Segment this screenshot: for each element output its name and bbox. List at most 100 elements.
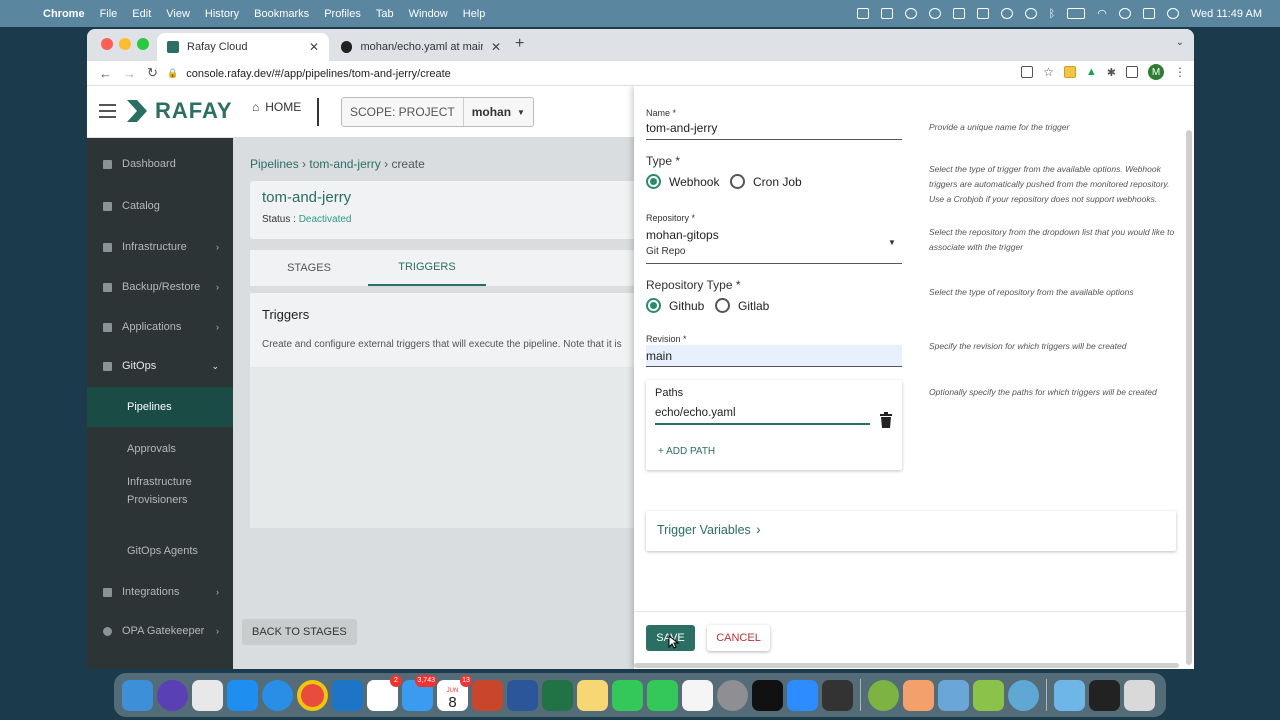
finder-icon[interactable]	[122, 679, 153, 711]
close-tab-icon[interactable]: ✕	[309, 40, 319, 54]
close-tab-icon[interactable]: ✕	[491, 40, 501, 54]
sublime-icon[interactable]	[822, 679, 853, 711]
sidebar-item-gitops-agents[interactable]: GitOps Agents	[87, 532, 233, 570]
cancel-button[interactable]: CANCEL	[707, 625, 770, 651]
caret-down-icon[interactable]: ▼	[888, 238, 896, 247]
tab-github[interactable]: mohan/echo.yaml at main · Rafa ✕	[331, 33, 511, 61]
forward-icon[interactable]: →	[123, 66, 136, 81]
vscode-icon[interactable]	[332, 679, 363, 711]
powerpoint-icon[interactable]	[472, 679, 503, 711]
screenshot-icon[interactable]	[1089, 679, 1120, 711]
word-icon[interactable]	[507, 679, 538, 711]
sidebar-item-backup-restore[interactable]: Backup/Restore ›	[87, 268, 233, 306]
extensions-puzzle-icon[interactable]: ✱	[1107, 66, 1116, 79]
quicktime-icon[interactable]	[1008, 679, 1039, 711]
wifi-icon[interactable]: ◠	[1097, 7, 1107, 20]
trigger-variables-section[interactable]: Trigger Variables ›	[646, 511, 1176, 551]
hamburger-menu-icon[interactable]	[99, 104, 116, 118]
sidebar-item-opa-gatekeeper[interactable]: OPA Gatekeeper ›	[87, 612, 233, 650]
tab-search-icon[interactable]: ⌄	[1176, 37, 1184, 48]
side-panel-icon[interactable]	[1126, 66, 1138, 78]
menubar-clock[interactable]: Wed 11:49 AM	[1191, 8, 1262, 20]
status-app-icon[interactable]	[976, 8, 989, 19]
home-button[interactable]: ⌂ HOME	[252, 100, 301, 114]
facetime-icon[interactable]	[647, 679, 678, 711]
back-to-stages-button[interactable]: BACK TO STAGES	[242, 619, 357, 645]
zoom-icon[interactable]	[787, 679, 818, 711]
sidebar-item-dashboard[interactable]: Dashboard	[87, 145, 233, 183]
menu-window[interactable]: Window	[409, 8, 448, 20]
sidebar-item-integrations[interactable]: Integrations ›	[87, 573, 233, 611]
rafay-logo[interactable]: RAFAY	[125, 98, 233, 124]
messages-icon[interactable]	[612, 679, 643, 711]
back-icon[interactable]: ←	[99, 66, 112, 81]
profile-avatar[interactable]: M	[1148, 64, 1164, 80]
battery-icon[interactable]	[1067, 8, 1086, 19]
webstorm-icon[interactable]	[868, 679, 899, 711]
sidebar-item-applications[interactable]: Applications ›	[87, 308, 233, 346]
tab-rafay-cloud[interactable]: Rafay Cloud ✕	[157, 33, 329, 61]
menu-app-name[interactable]: Chrome	[43, 8, 85, 20]
siri-icon[interactable]	[157, 679, 188, 711]
sidebar-item-gitops[interactable]: GitOps ⌄	[87, 347, 233, 385]
radio-github[interactable]: Github	[646, 298, 704, 313]
preview-icon[interactable]	[903, 679, 934, 711]
scope-selector[interactable]: SCOPE: PROJECT mohan ▼	[341, 97, 534, 127]
kebab-menu-icon[interactable]: ⋮	[1174, 65, 1186, 79]
new-tab-icon[interactable]: +	[515, 35, 524, 53]
status-app-icon[interactable]	[856, 8, 869, 19]
mail-icon[interactable]: 3,743	[402, 674, 437, 711]
add-path-button[interactable]: + ADD PATH	[658, 446, 715, 457]
scope-dropdown[interactable]: mohan ▼	[464, 105, 533, 119]
menu-profiles[interactable]: Profiles	[324, 8, 361, 20]
menu-view[interactable]: View	[166, 8, 190, 20]
address-bar[interactable]: 🔒 console.rafay.dev/#/app/pipelines/tom-…	[167, 64, 1007, 83]
safari-icon[interactable]	[262, 679, 293, 711]
menu-edit[interactable]: Edit	[132, 8, 151, 20]
minimize-window-icon[interactable]	[119, 38, 131, 50]
keynote-icon[interactable]	[938, 679, 969, 711]
menu-help[interactable]: Help	[463, 8, 486, 20]
menu-history[interactable]: History	[205, 8, 239, 20]
app-store-icon[interactable]	[227, 679, 258, 711]
time-machine-icon[interactable]	[1024, 8, 1037, 19]
search-icon[interactable]	[1118, 8, 1131, 19]
pycharm-icon[interactable]	[973, 679, 1004, 711]
menu-tab[interactable]: Tab	[376, 8, 394, 20]
revision-input[interactable]: main	[646, 345, 902, 367]
breadcrumb-pipelines[interactable]: Pipelines	[250, 157, 299, 171]
reload-icon[interactable]: ↻	[147, 65, 159, 81]
radio-cron-job[interactable]: Cron Job	[730, 174, 802, 189]
news-icon[interactable]	[682, 679, 713, 711]
control-center-icon[interactable]	[1142, 8, 1155, 19]
excel-icon[interactable]	[542, 679, 573, 711]
notes-icon[interactable]	[577, 679, 608, 711]
trash-icon[interactable]	[879, 412, 893, 429]
terminal-icon[interactable]	[752, 679, 783, 711]
sidebar-item-catalog[interactable]: Catalog	[87, 187, 233, 225]
drive-icon[interactable]: ▲	[1086, 66, 1097, 78]
horizontal-scrollbar[interactable]	[634, 663, 1179, 668]
files-icon[interactable]	[1054, 679, 1085, 711]
bookmark-star-icon[interactable]: ☆	[1043, 65, 1054, 79]
siri-icon[interactable]	[1166, 8, 1179, 19]
trash-icon[interactable]	[1124, 679, 1155, 711]
sidebar-item-pipelines[interactable]: Pipelines	[87, 387, 233, 427]
chrome-icon[interactable]	[297, 679, 328, 711]
status-app-icon[interactable]	[904, 8, 917, 19]
breadcrumb-pipeline[interactable]: tom-and-jerry	[309, 157, 380, 171]
path-input[interactable]: echo/echo.yaml	[655, 407, 736, 419]
tab-triggers[interactable]: TRIGGERS	[368, 250, 486, 286]
radio-webhook[interactable]: Webhook	[646, 174, 719, 189]
status-app-icon[interactable]	[880, 8, 893, 19]
menu-file[interactable]: File	[100, 8, 118, 20]
vertical-scrollbar[interactable]	[1186, 130, 1192, 665]
status-app-icon[interactable]	[928, 8, 941, 19]
radio-gitlab[interactable]: Gitlab	[715, 298, 769, 313]
calendar-icon[interactable]: JUN 8 13	[437, 674, 472, 711]
bluetooth-icon[interactable]: ᛒ	[1049, 8, 1056, 20]
close-window-icon[interactable]	[101, 38, 113, 50]
share-icon[interactable]	[1021, 66, 1034, 78]
sidebar-item-infrastructure-provisioners[interactable]: Infrastructure Provisioners	[87, 468, 233, 514]
system-preferences-icon[interactable]	[717, 679, 748, 711]
